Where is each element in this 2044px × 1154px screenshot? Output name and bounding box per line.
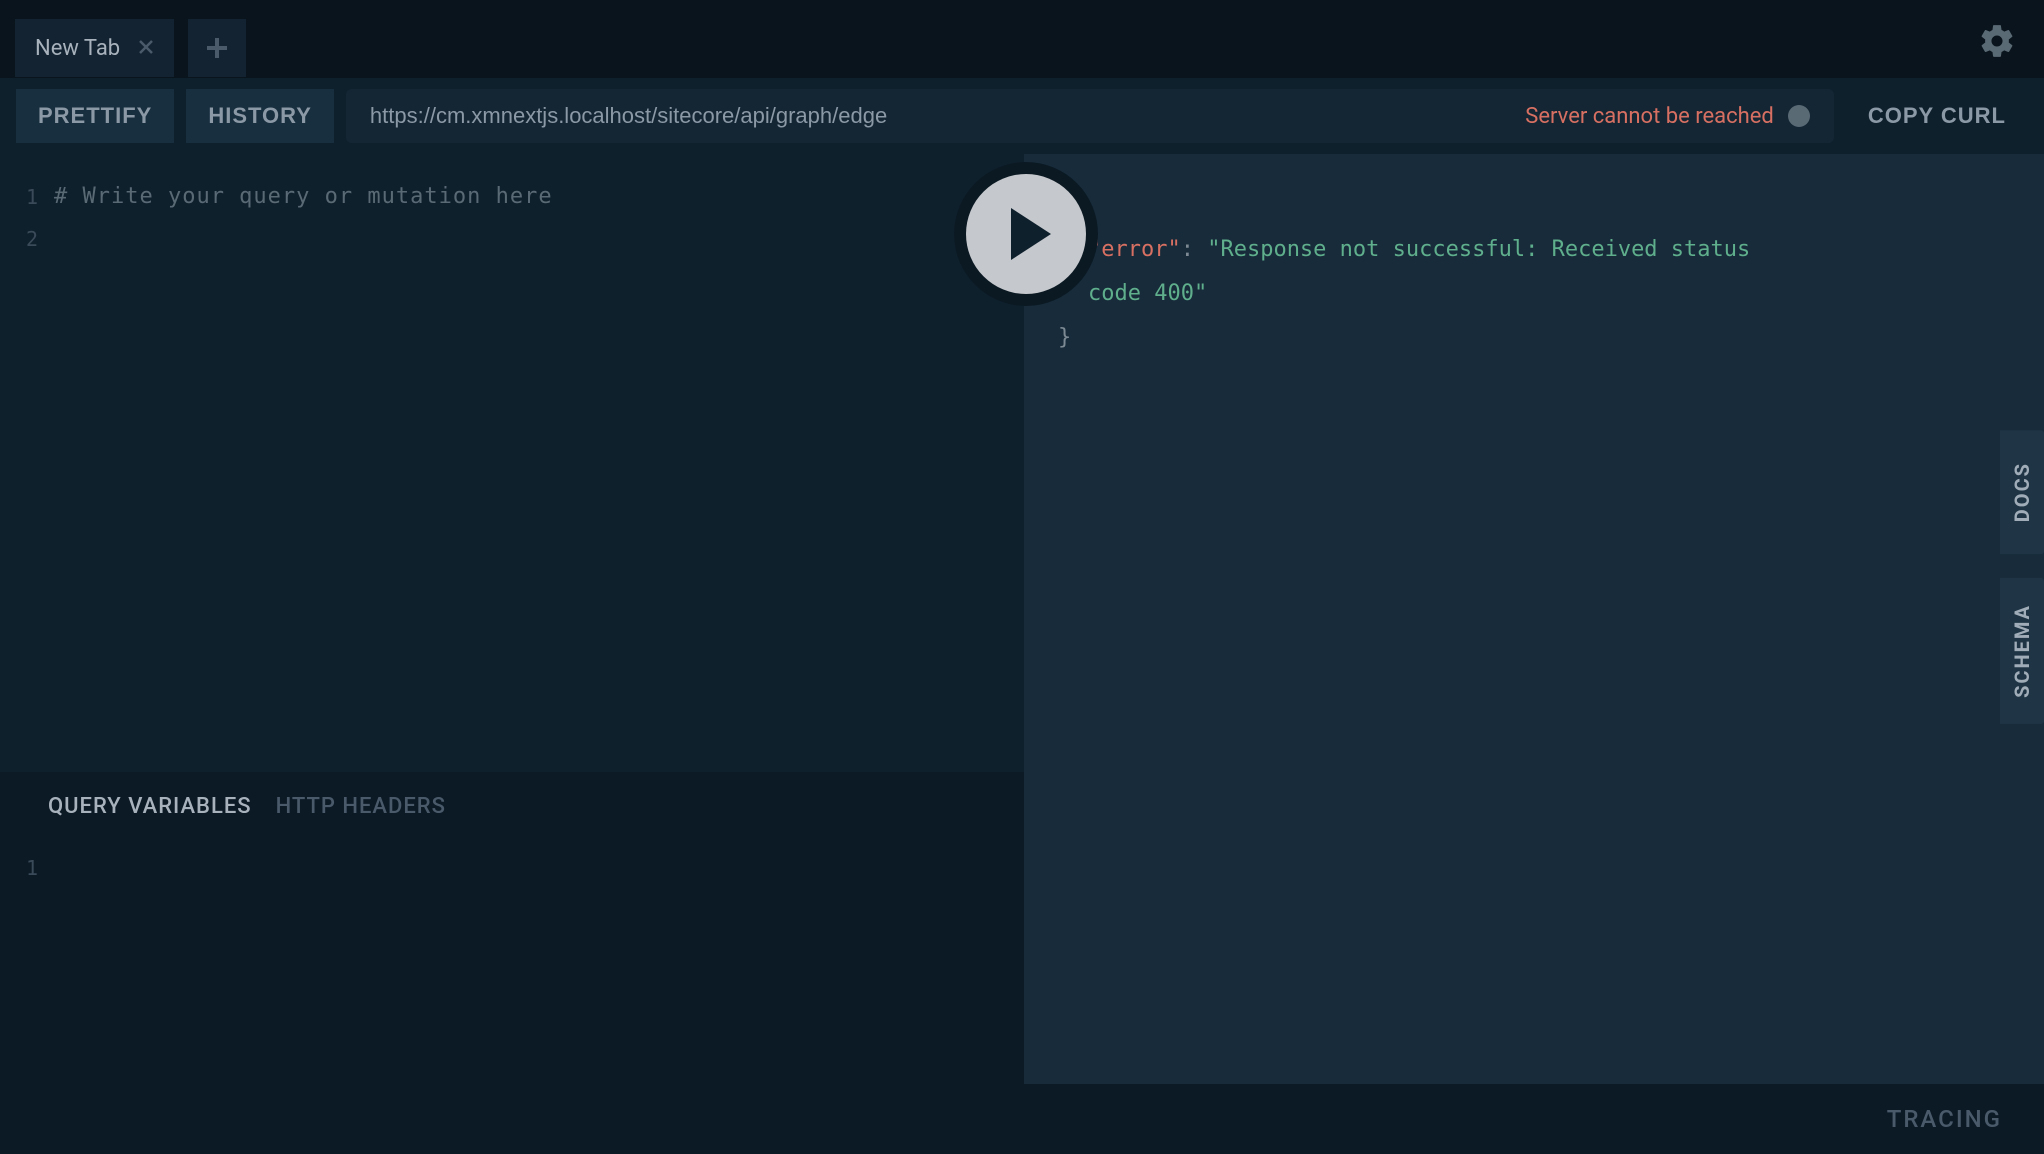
variables-panel: QUERY VARIABLES HTTP HEADERS 1	[0, 772, 1024, 1084]
query-gutter: 1 2	[0, 176, 54, 772]
gear-icon[interactable]	[1978, 22, 2016, 60]
url-bar: Server cannot be reached	[346, 89, 1834, 143]
docs-tab[interactable]: DOCS	[2000, 430, 2044, 554]
execute-button[interactable]	[966, 174, 1086, 294]
bottom-bar: TRACING	[0, 1084, 2044, 1154]
line-number: 2	[0, 218, 38, 260]
left-pane: 1 2 # Write your query or mutation here …	[0, 154, 1024, 1084]
query-code[interactable]: # Write your query or mutation here	[54, 176, 1024, 772]
line-number: 1	[0, 847, 38, 889]
response-brace: }	[1058, 325, 1071, 350]
query-editor[interactable]: 1 2 # Write your query or mutation here	[0, 154, 1024, 772]
server-status-text: Server cannot be reached	[1525, 104, 1774, 129]
tab-label: New Tab	[35, 36, 120, 61]
response-colon: :	[1181, 237, 1208, 262]
history-button[interactable]: HISTORY	[186, 89, 334, 143]
copy-curl-button[interactable]: COPY CURL	[1846, 89, 2028, 143]
variables-editor[interactable]: 1	[0, 837, 1024, 889]
tab-bar: New Tab	[0, 0, 2044, 78]
variables-gutter: 1	[0, 847, 54, 889]
tab-http-headers[interactable]: HTTP HEADERS	[276, 794, 446, 819]
tab-query-variables[interactable]: QUERY VARIABLES	[48, 794, 252, 819]
toolbar: PRETTIFY HISTORY Server cannot be reache…	[0, 78, 2044, 154]
play-icon	[1011, 208, 1051, 260]
add-tab-button[interactable]	[188, 19, 246, 77]
main-area: 1 2 # Write your query or mutation here …	[0, 154, 2044, 1084]
line-number: 1	[0, 176, 38, 218]
server-status-dot-icon	[1788, 105, 1810, 127]
side-tabs: DOCS SCHEMA	[2000, 430, 2044, 724]
variables-tabs: QUERY VARIABLES HTTP HEADERS	[0, 794, 1024, 837]
tab-active[interactable]: New Tab	[15, 19, 174, 77]
prettify-button[interactable]: PRETTIFY	[16, 89, 174, 143]
response-key: "error"	[1088, 237, 1181, 262]
close-icon[interactable]	[138, 36, 154, 61]
response-pane: { "error": "Response not successful: Rec…	[1024, 154, 2044, 1084]
schema-tab[interactable]: SCHEMA	[2000, 578, 2044, 724]
tracing-toggle[interactable]: TRACING	[1887, 1105, 2002, 1133]
endpoint-input[interactable]	[370, 103, 1525, 129]
query-placeholder-comment: # Write your query or mutation here	[54, 176, 1024, 218]
